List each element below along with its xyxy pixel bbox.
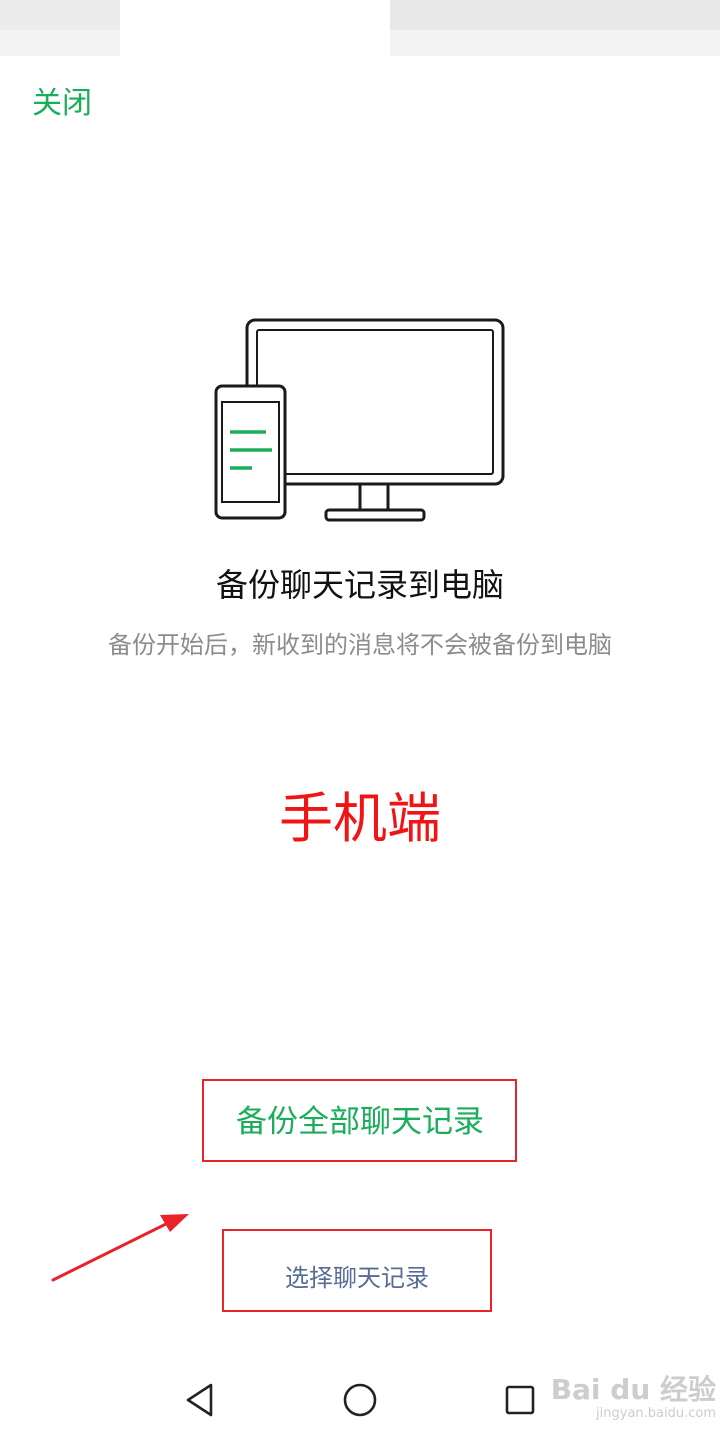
baidu-watermark: Bai du 经验 jingyan.baidu.com bbox=[548, 1362, 716, 1430]
blurred-status-left bbox=[0, 0, 120, 30]
blurred-status-right-lower bbox=[390, 30, 720, 56]
back-icon bbox=[186, 1383, 213, 1417]
backup-all-button[interactable]: 备份全部聊天记录 bbox=[0, 1100, 720, 1144]
recents-nav-button[interactable] bbox=[490, 1374, 550, 1426]
blurred-status-left-lower bbox=[0, 30, 120, 56]
select-chats-button[interactable]: 选择聊天记录 bbox=[222, 1258, 492, 1298]
blurred-status-right bbox=[390, 0, 720, 30]
page-title: 备份聊天记录到电脑 bbox=[215, 566, 504, 604]
home-nav-button[interactable] bbox=[330, 1374, 390, 1426]
annotation-label: 手机端 bbox=[279, 787, 441, 850]
close-button[interactable]: 关闭 bbox=[32, 84, 92, 124]
page-subtitle: 备份开始后，新收到的消息将不会被备份到电脑 bbox=[108, 631, 612, 659]
status-bar bbox=[0, 0, 720, 60]
back-nav-button[interactable] bbox=[170, 1374, 230, 1426]
annotation-arrow-icon bbox=[51, 1214, 189, 1282]
phone-monitor-illustration bbox=[214, 318, 505, 522]
recents-icon bbox=[505, 1385, 535, 1415]
home-icon bbox=[343, 1383, 377, 1417]
watermark-url: jingyan.baidu.com bbox=[596, 1406, 716, 1421]
watermark-brand: Bai du 经验 bbox=[550, 1373, 716, 1406]
phone-icon bbox=[214, 384, 287, 520]
